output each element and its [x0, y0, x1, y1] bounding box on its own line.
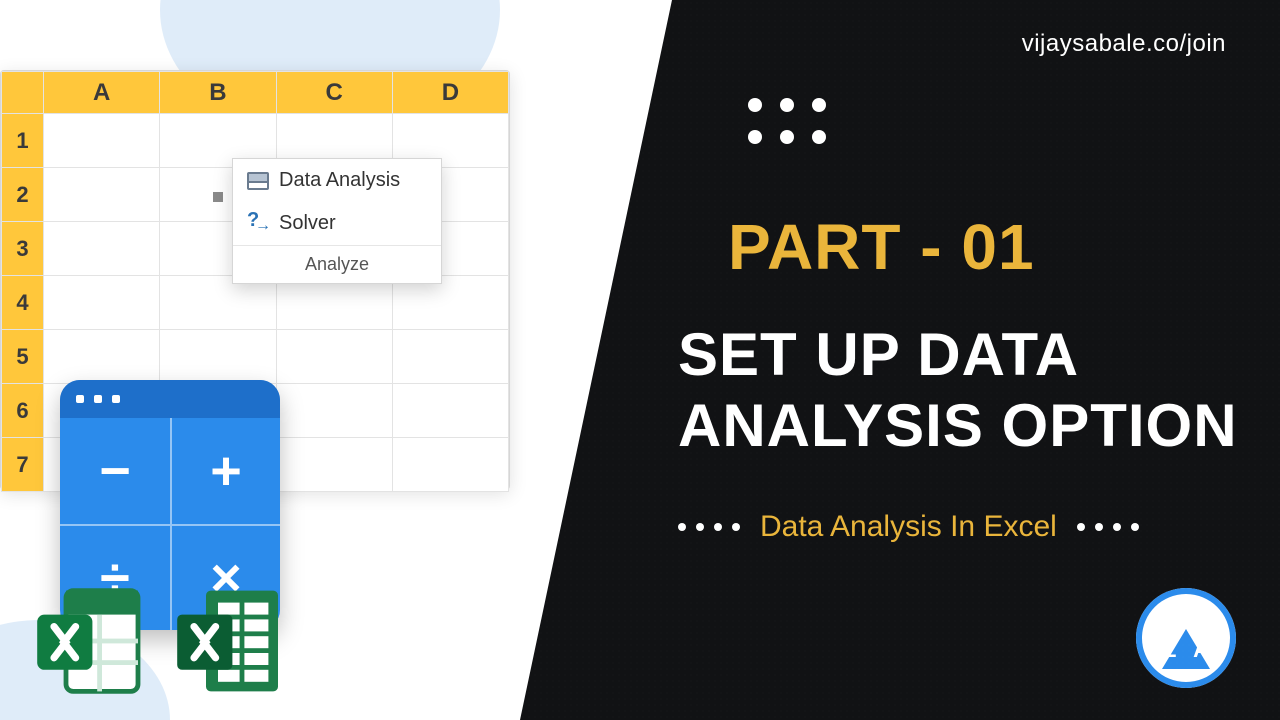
analyze-ribbon-group: Data Analysis Solver Analyze: [232, 158, 442, 284]
ribbon-item-label: Data Analysis: [279, 169, 400, 192]
brand-letter: A: [1193, 637, 1209, 663]
row-header: 5: [2, 330, 44, 384]
dot-grid-decoration: [748, 98, 828, 146]
col-header: C: [276, 72, 392, 114]
calculator-titlebar: [60, 380, 280, 418]
dot-row-right: [1077, 523, 1139, 531]
subtitle-row: Data Analysis In Excel: [678, 510, 1240, 544]
table-icon: [247, 172, 269, 190]
main-title: SET UP DATA ANALYSIS OPTION: [678, 320, 1240, 462]
row-header: 6: [2, 384, 44, 438]
row-header: 3: [2, 222, 44, 276]
calc-minus-icon: −: [60, 418, 170, 524]
brand-letter: L: [1163, 637, 1176, 663]
calc-plus-icon: +: [170, 418, 280, 524]
ribbon-item-solver[interactable]: Solver: [233, 202, 441, 245]
part-label: PART - 01: [728, 210, 1035, 284]
ribbon-item-data-analysis[interactable]: Data Analysis: [233, 159, 441, 202]
sheet-corner: [2, 72, 44, 114]
row-header: 7: [2, 438, 44, 492]
excel-modern-icon: [30, 581, 150, 706]
main-title-line: ANALYSIS OPTION: [678, 391, 1240, 462]
col-header: B: [160, 72, 276, 114]
title-panel: vijaysabale.co/join PART - 01 SET UP DAT…: [520, 0, 1280, 720]
thumbnail-stage: A B C D 1 2 3 4 5 6 7 Data Analysis Solv…: [0, 0, 1280, 720]
row-header: 4: [2, 276, 44, 330]
main-title-line: SET UP DATA: [678, 320, 1240, 391]
solver-icon: [247, 213, 269, 235]
col-header: A: [44, 72, 160, 114]
ribbon-group-label: Analyze: [233, 245, 441, 283]
ribbon-item-label: Solver: [279, 212, 336, 235]
join-url: vijaysabale.co/join: [1022, 30, 1226, 58]
row-header: 2: [2, 168, 44, 222]
subtitle-text: Data Analysis In Excel: [760, 510, 1057, 544]
brand-badge: L A: [1136, 588, 1236, 688]
dot-row-left: [678, 523, 740, 531]
col-header: D: [392, 72, 508, 114]
excel-classic-icon: [170, 581, 290, 706]
row-header: 1: [2, 114, 44, 168]
